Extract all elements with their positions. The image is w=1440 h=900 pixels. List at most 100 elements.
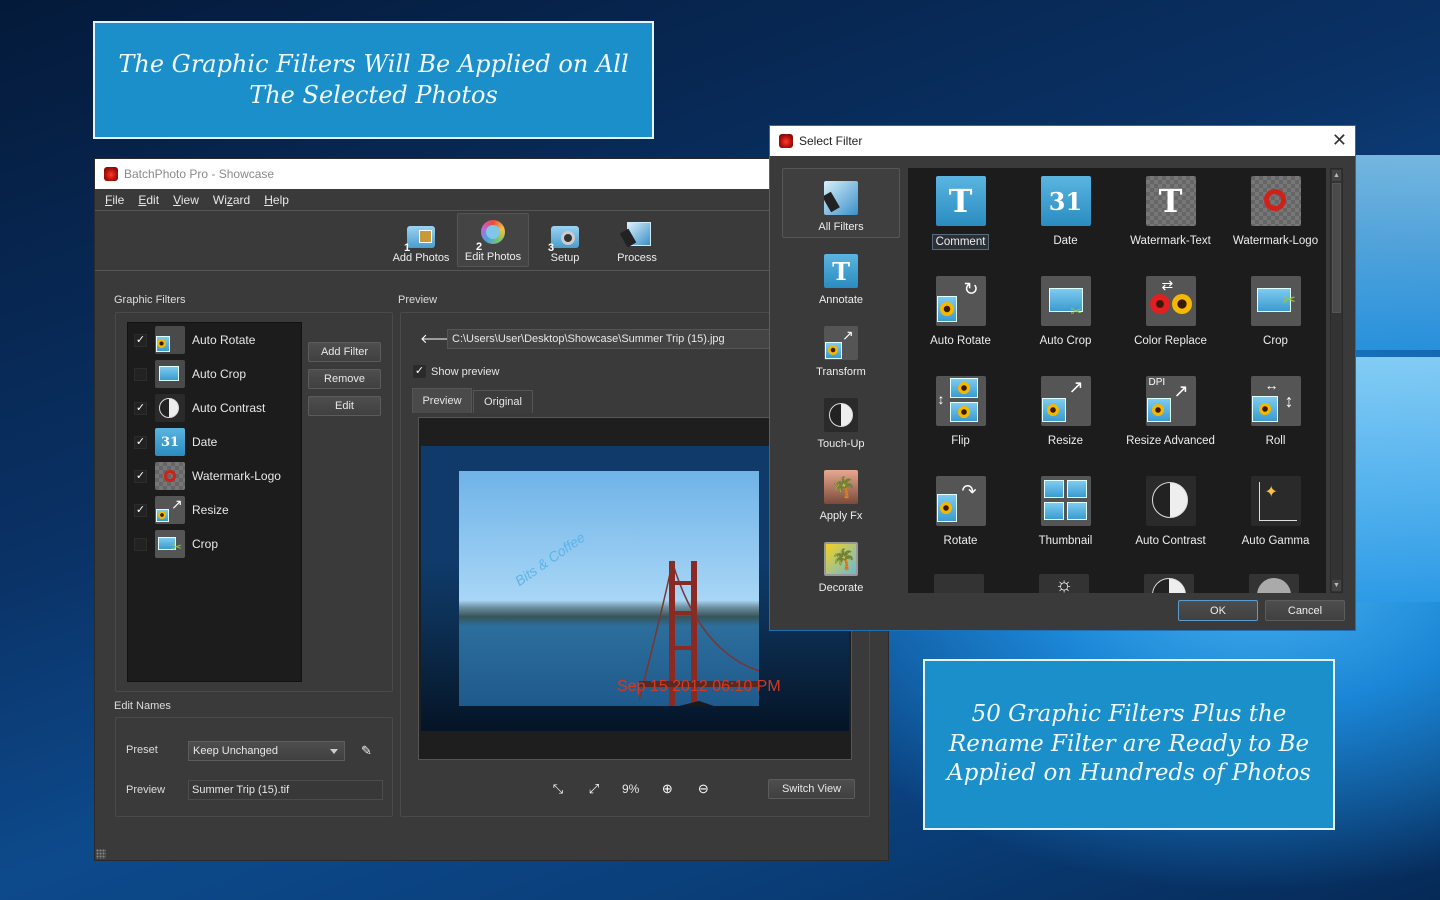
category-decorate[interactable]: 🌴 Decorate: [782, 528, 900, 598]
filter-item-auto-gamma[interactable]: ✦ Auto Gamma: [1223, 468, 1326, 558]
filter-item-color-replace[interactable]: ⇄ Color Replace: [1118, 268, 1223, 358]
menu-edit[interactable]: Edit: [138, 193, 159, 207]
filter-item-roll[interactable]: ↔ ↕ Roll: [1223, 368, 1326, 458]
ok-button[interactable]: OK: [1178, 600, 1258, 621]
callout-bottom: 50 Graphic Filters Plus the Rename Filte…: [923, 659, 1335, 830]
add-photos-icon: 1: [404, 220, 437, 254]
filter-item-resize[interactable]: ↗ Resize: [1013, 368, 1118, 458]
category-all-filters[interactable]: All Filters: [782, 168, 900, 238]
zoom-out-icon[interactable]: ⊖: [695, 781, 711, 797]
filter-row[interactable]: ✓ Auto Contrast: [128, 391, 301, 425]
filter-partial-icon: [934, 574, 984, 593]
desktop-wallpaper-pane: [1356, 155, 1440, 350]
filter-row[interactable]: ✓ Auto Rotate: [128, 323, 301, 357]
show-preview-checkbox[interactable]: ✓: [413, 365, 426, 378]
filter-row[interactable]: Auto Crop: [128, 357, 301, 391]
color-replace-icon: ⇄: [1145, 276, 1196, 326]
pencil-icon[interactable]: ✎: [361, 743, 372, 759]
filter-item-date[interactable]: 31 Date: [1013, 168, 1118, 258]
scrollbar-thumb[interactable]: [1332, 183, 1341, 313]
preview-label: Preview: [398, 294, 438, 306]
filter-row[interactable]: ✓ 31 Date: [128, 425, 301, 459]
toolbar-add-photos[interactable]: 1 Add Photos: [385, 213, 457, 267]
full-screen-icon[interactable]: ⤢: [586, 781, 602, 797]
filter-item-label: Crop: [1263, 335, 1288, 347]
category-apply-fx[interactable]: 🌴 Apply Fx: [782, 456, 900, 526]
filter-item-comment[interactable]: T Comment: [908, 168, 1013, 258]
add-filter-button[interactable]: Add Filter: [308, 342, 381, 362]
filter-label: Auto Contrast: [192, 401, 266, 415]
filter-checkbox[interactable]: ✓: [134, 503, 147, 517]
filter-row[interactable]: ✓ ↗ Resize: [128, 493, 301, 527]
scroll-down-icon[interactable]: ▼: [1332, 580, 1341, 591]
filter-checkbox[interactable]: [134, 537, 147, 551]
annotate-icon: T: [824, 254, 858, 288]
menu-help[interactable]: Help: [264, 193, 289, 207]
filter-row[interactable]: ✂ Crop: [128, 527, 301, 561]
preset-value: Keep Unchanged: [193, 745, 279, 757]
filter-item-watermark-text[interactable]: T Watermark-Text: [1118, 168, 1223, 258]
watermark-logo-icon: [155, 462, 185, 490]
resize-grip-icon[interactable]: [96, 849, 106, 859]
filter-checkbox[interactable]: ✓: [134, 469, 147, 483]
fit-to-window-icon[interactable]: ⤡: [550, 781, 566, 797]
filter-item-flip[interactable]: ↕ Flip: [908, 368, 1013, 458]
remove-filter-button[interactable]: Remove: [308, 369, 381, 389]
toolbar-edit-photos[interactable]: 2 Edit Photos: [457, 213, 529, 267]
auto-rotate-icon: [155, 326, 185, 354]
filter-partial-icon: [1249, 574, 1299, 593]
menu-wizard[interactable]: Wizard: [213, 193, 250, 207]
graphic-filters-label: Graphic Filters: [114, 294, 186, 306]
toolbar-process[interactable]: Process: [601, 213, 673, 267]
filter-grid-scrollbar[interactable]: ▲ ▼: [1330, 168, 1343, 593]
filter-item-label: Color Replace: [1134, 335, 1207, 347]
filter-item-auto-rotate[interactable]: ↻ Auto Rotate: [908, 268, 1013, 358]
cancel-button[interactable]: Cancel: [1265, 600, 1345, 621]
filter-item-resize-advanced[interactable]: DPI ↗ Resize Advanced: [1118, 368, 1223, 458]
filter-item-thumbnail[interactable]: Thumbnail: [1013, 468, 1118, 558]
filter-item-label: Auto Contrast: [1135, 535, 1206, 547]
category-touch-up[interactable]: Touch-Up: [782, 384, 900, 454]
edit-filter-button[interactable]: Edit: [308, 396, 381, 416]
filter-item-auto-contrast[interactable]: Auto Contrast: [1118, 468, 1223, 558]
all-filters-icon: [824, 181, 858, 215]
category-transform[interactable]: ↗ Transform: [782, 312, 900, 382]
filter-item-auto-crop[interactable]: ✂ Auto Crop: [1013, 268, 1118, 358]
menu-file[interactable]: File: [105, 193, 124, 207]
filter-item-label: Auto Crop: [1039, 335, 1092, 347]
close-icon[interactable]: ✕: [1332, 131, 1347, 149]
filter-checkbox[interactable]: ✓: [134, 401, 147, 415]
category-label: Decorate: [818, 582, 864, 594]
apply-fx-icon: 🌴: [824, 470, 858, 504]
toolbar-setup-label: Setup: [550, 252, 580, 264]
toolbar-setup[interactable]: 3 Setup: [529, 213, 601, 267]
category-label: All Filters: [818, 221, 864, 233]
filter-row[interactable]: ✓ Watermark-Logo: [128, 459, 301, 493]
category-annotate[interactable]: T Annotate: [782, 240, 900, 310]
zoom-level: 9%: [622, 782, 640, 796]
preset-dropdown[interactable]: Keep Unchanged: [188, 741, 345, 761]
filter-checkbox[interactable]: ✓: [134, 333, 147, 347]
zoom-in-icon[interactable]: ⊕: [659, 781, 675, 797]
filter-grid: T Comment 31 Date T Watermark-Text Watermark-L…: [908, 168, 1326, 593]
filter-item-watermark-logo[interactable]: Watermark-Logo: [1223, 168, 1326, 258]
filter-checkbox[interactable]: ✓: [134, 435, 147, 449]
date-stamp: Sep 15 2012 06:10 PM: [617, 678, 781, 695]
tab-preview[interactable]: Preview: [412, 388, 472, 413]
switch-view-button[interactable]: Switch View: [768, 779, 855, 799]
tab-original[interactable]: Original: [473, 390, 533, 413]
filter-partial-icon: ☼: [1039, 574, 1089, 593]
menu-view[interactable]: View: [173, 193, 199, 207]
filter-item-crop[interactable]: ✂ Crop: [1223, 268, 1326, 358]
filter-checkbox[interactable]: [134, 367, 147, 381]
filter-item-rotate[interactable]: ↷ Rotate: [908, 468, 1013, 558]
filter-item-label: Thumbnail: [1038, 535, 1093, 547]
scroll-up-icon[interactable]: ▲: [1332, 170, 1341, 181]
dialog-title: Select Filter: [799, 134, 863, 148]
name-preview-field[interactable]: Summer Trip (15).tif: [188, 780, 383, 800]
filter-label: Resize: [192, 503, 229, 517]
file-path-field[interactable]: C:\Users\User\Desktop\Showcase\Summer Tr…: [447, 329, 777, 349]
callout-top-text: The Graphic Filters Will Be Applied on A…: [118, 49, 629, 109]
setup-icon: 3: [548, 220, 581, 254]
show-preview-toggle[interactable]: ✓ Show preview: [413, 365, 499, 378]
